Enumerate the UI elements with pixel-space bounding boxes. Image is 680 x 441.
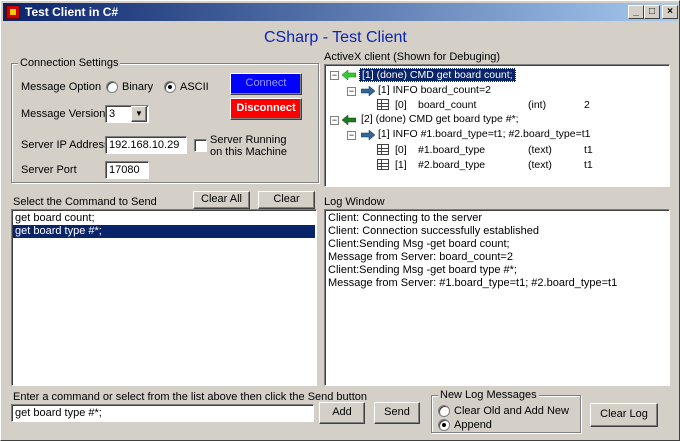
append-radio[interactable] xyxy=(438,419,450,431)
app-icon xyxy=(6,5,20,19)
leaf-index: [1] xyxy=(395,159,407,171)
maximize-button[interactable]: □ xyxy=(644,5,660,19)
connect-button[interactable]: Connect xyxy=(230,73,302,95)
tree-leaf[interactable]: [1] #2.board_type (text) t1 xyxy=(395,159,655,173)
list-item[interactable]: get board count; xyxy=(13,212,315,225)
message-version-value: 3 xyxy=(109,108,116,120)
command-input-value: get board type #*; xyxy=(15,407,102,419)
main-window: Test Client in C# _ □ × CSharp - Test Cl… xyxy=(0,0,680,441)
server-ip-input[interactable]: 192.168.10.29 xyxy=(105,136,187,154)
log-line: Client: Connecting to the server xyxy=(328,212,483,224)
server-port-input[interactable]: 17080 xyxy=(105,161,149,179)
table-icon xyxy=(377,99,389,110)
log-line: Client: Connection successfully establis… xyxy=(328,225,539,237)
log-line: Message from Server: #1.board_type=t1; #… xyxy=(328,277,618,289)
server-ip-value: 192.168.10.29 xyxy=(109,139,180,151)
command-input[interactable]: get board type #*; xyxy=(11,404,314,422)
leaf-name: #1.board_type xyxy=(418,144,486,156)
activex-label: ActiveX client (Shown for Debuging) xyxy=(324,51,501,63)
minimize-button[interactable]: _ xyxy=(628,5,644,19)
message-version-label: Message Version xyxy=(21,108,106,120)
collapse-icon[interactable]: − xyxy=(330,116,339,125)
tree-leaf[interactable]: [0] board_count (int) 2 xyxy=(395,99,655,113)
window-title: Test Client in C# xyxy=(25,5,119,19)
leaf-value: t1 xyxy=(584,144,593,156)
server-port-label: Server Port xyxy=(21,164,77,176)
clear-all-button[interactable]: Clear All xyxy=(193,191,250,209)
command-entry-label: Enter a command or select from the list … xyxy=(13,391,368,403)
activex-tree[interactable]: − [1] (done) CMD get board count; − [1] … xyxy=(324,64,670,187)
local-server-label-line1: Server Running xyxy=(210,134,287,146)
log-window[interactable]: Client: Connecting to the server Client:… xyxy=(324,209,670,386)
clear-old-label: Clear Old and Add New xyxy=(454,405,569,417)
leaf-index: [0] xyxy=(395,99,407,111)
server-ip-label: Server IP Address xyxy=(21,139,110,151)
info-arrow-icon xyxy=(361,130,375,140)
clear-log-button[interactable]: Clear Log xyxy=(590,403,658,427)
tree-node[interactable]: [1] (done) CMD get board count; xyxy=(359,68,516,82)
send-button[interactable]: Send xyxy=(374,402,420,424)
collapse-icon[interactable]: − xyxy=(347,131,356,140)
clear-old-radio[interactable] xyxy=(438,405,450,417)
message-option-label: Message Option xyxy=(21,81,102,93)
tree-node[interactable]: [1] INFO board_count=2 xyxy=(378,84,491,98)
info-arrow-icon xyxy=(361,86,375,96)
binary-label: Binary xyxy=(122,81,154,93)
command-arrow-icon xyxy=(342,70,356,80)
connection-settings-title: Connection Settings xyxy=(18,57,121,69)
collapse-icon[interactable]: − xyxy=(330,71,339,80)
log-line: Client:Sending Msg -get board type #*; xyxy=(328,264,517,276)
tree-leaf[interactable]: [0] #1.board_type (text) t1 xyxy=(395,144,655,158)
log-line: Client:Sending Msg -get board count; xyxy=(328,238,510,250)
leaf-name: #2.board_type xyxy=(418,159,486,171)
leaf-value: 2 xyxy=(584,99,590,111)
command-list[interactable]: get board count; get board type #*; xyxy=(11,209,317,386)
ascii-radio[interactable] xyxy=(164,81,176,93)
close-button[interactable]: × xyxy=(662,5,678,19)
leaf-type: (text) xyxy=(528,144,552,156)
tree-node[interactable]: [1] INFO #1.board_type=t1; #2.board_type… xyxy=(378,128,590,142)
disconnect-button[interactable]: Disconnect xyxy=(230,98,302,120)
list-item[interactable]: get board type #*; xyxy=(13,225,315,238)
append-label: Append xyxy=(454,419,492,431)
tree-node[interactable]: [2] (done) CMD get board type #*; xyxy=(361,113,519,127)
message-version-select[interactable]: 3 ▼ xyxy=(105,105,149,123)
new-log-messages-title: New Log Messages xyxy=(438,389,539,401)
leaf-type: (int) xyxy=(528,99,547,111)
leaf-index: [0] xyxy=(395,144,407,156)
leaf-value: t1 xyxy=(584,159,593,171)
local-server-checkbox[interactable] xyxy=(194,139,207,152)
table-icon xyxy=(377,144,389,155)
title-bar[interactable]: Test Client in C# _ □ × xyxy=(3,3,678,21)
server-port-value: 17080 xyxy=(109,164,140,176)
log-line: Message from Server: board_count=2 xyxy=(328,251,513,263)
ascii-label: ASCII xyxy=(180,81,209,93)
collapse-icon[interactable]: − xyxy=(347,87,356,96)
leaf-name: board_count xyxy=(418,99,477,111)
chevron-down-icon[interactable]: ▼ xyxy=(131,106,147,122)
table-icon xyxy=(377,159,389,170)
command-arrow-icon xyxy=(342,115,356,125)
app-heading: CSharp - Test Client xyxy=(264,29,407,46)
add-button[interactable]: Add xyxy=(319,402,365,424)
command-list-label: Select the Command to Send xyxy=(13,196,157,208)
log-window-label: Log Window xyxy=(324,196,385,208)
local-server-label-line2: on this Machine xyxy=(210,146,288,158)
binary-radio[interactable] xyxy=(106,81,118,93)
leaf-type: (text) xyxy=(528,159,552,171)
clear-button[interactable]: Clear xyxy=(258,191,315,209)
